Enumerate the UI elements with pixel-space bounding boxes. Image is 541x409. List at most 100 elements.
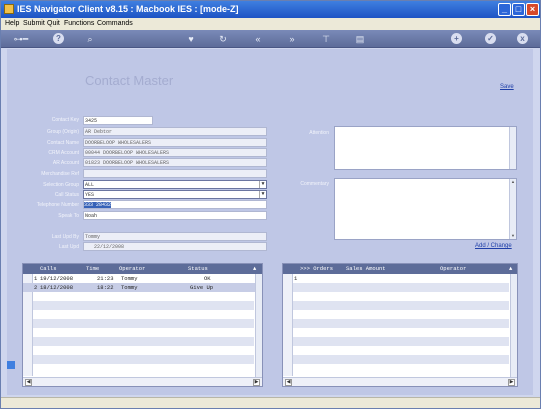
- merchandise-ref-label: Merchandise Ref: [41, 171, 79, 177]
- calls-vscrollbar[interactable]: [255, 274, 262, 378]
- status-bar: [1, 397, 540, 408]
- selection-group-value: ALL: [85, 182, 95, 188]
- call-status-value: YES: [85, 192, 95, 198]
- call-time: 21:23: [97, 275, 114, 282]
- search-icon[interactable]: ⌕: [85, 32, 95, 46]
- menu-submit[interactable]: Submit: [23, 18, 45, 30]
- commentary-textarea[interactable]: ▲ ▼: [334, 178, 517, 240]
- orders-vscrollbar[interactable]: [510, 274, 517, 378]
- title-bar: IES Navigator Client v8.15 : Macbook IES…: [1, 1, 540, 18]
- table-row[interactable]: 1: [283, 274, 517, 283]
- last-date-label: Last Upd: [58, 244, 79, 250]
- call-status: OK: [204, 275, 211, 282]
- refresh-icon[interactable]: ↻: [218, 32, 228, 46]
- selection-group-select[interactable]: ALL ▼: [83, 180, 267, 189]
- telephone-value: 333 28432: [84, 202, 112, 208]
- ar-account-label: AR Account: [52, 160, 79, 166]
- orders-hscrollbar[interactable]: ◀ ▶: [283, 377, 517, 386]
- help-icon[interactable]: ?: [53, 33, 64, 44]
- call-status-label: Call Status: [54, 192, 79, 198]
- menu-functions[interactable]: Functions: [64, 18, 94, 30]
- scroll-down-icon[interactable]: ▼: [510, 233, 516, 239]
- crm-account-field[interactable]: 00044 DOORBELOOP WHOLESALERS: [83, 148, 267, 157]
- stripe: [293, 355, 509, 364]
- table-row[interactable]: 1 19/12/2008 21:23 Tommy OK: [23, 274, 262, 283]
- call-status: Give Up: [190, 284, 214, 291]
- calls-grid: Calls Time Operator Status ▲ 1 19/12/200…: [22, 263, 263, 387]
- stripe: [293, 301, 509, 310]
- call-status-select[interactable]: YES ▼: [83, 190, 267, 199]
- attention-textarea[interactable]: [334, 126, 517, 170]
- close-window-button[interactable]: ×: [526, 3, 539, 16]
- merchandise-ref-field[interactable]: [83, 169, 267, 178]
- calls-header-operator[interactable]: Operator: [119, 264, 145, 274]
- selection-group-label: Selection Group: [43, 182, 79, 188]
- scroll-right-icon[interactable]: ▶: [508, 379, 515, 386]
- contact-key-field[interactable]: 3425: [83, 116, 153, 125]
- stripe: [293, 337, 509, 346]
- orders-header-sales-amount[interactable]: Sales Amount: [346, 264, 386, 274]
- attention-scrollbar[interactable]: [509, 127, 516, 169]
- commentary-scrollbar[interactable]: ▲ ▼: [509, 179, 516, 239]
- stripe: [293, 319, 509, 328]
- last-user-field: Tommy: [83, 232, 267, 241]
- add-icon[interactable]: +: [451, 33, 462, 44]
- speak-to-label: Speak To: [58, 213, 79, 219]
- attention-label: Attention: [309, 130, 329, 136]
- contact-name-field[interactable]: DOORBELOOP WHOLESALERS: [83, 138, 267, 147]
- telephone-field[interactable]: 333 28432: [83, 200, 267, 209]
- ar-account-field[interactable]: 01823 DOORBELOOP WHOLESALERS: [83, 158, 267, 167]
- calls-header-calls[interactable]: Calls: [40, 264, 57, 274]
- add-change-link[interactable]: Add / Change: [475, 243, 512, 249]
- orders-header-operator[interactable]: Operator: [440, 264, 466, 274]
- fast-forward-icon[interactable]: »: [287, 32, 297, 46]
- side-tab-icon[interactable]: [7, 361, 15, 369]
- table-row[interactable]: 2 18/12/2008 18:22 Tommy Give Up: [23, 283, 262, 292]
- toolbar: ⊶━ ? ⌕ ♥ ↻ « » ⊤ ▤ + ✓ x: [1, 30, 540, 48]
- contact-name-label: Contact Name: [47, 140, 79, 146]
- scroll-left-icon[interactable]: ◀: [25, 379, 32, 386]
- calls-header-status[interactable]: Status: [188, 264, 208, 274]
- page-title: Contact Master: [85, 73, 174, 88]
- filter-icon[interactable]: ⊤: [321, 32, 331, 46]
- stripe: [293, 283, 509, 292]
- close-icon[interactable]: x: [517, 33, 528, 44]
- maximize-button[interactable]: □: [512, 3, 525, 16]
- calls-header-time[interactable]: Time: [86, 264, 99, 274]
- row-number-gutter: [283, 274, 293, 376]
- scroll-right-icon[interactable]: ▶: [253, 379, 260, 386]
- contact-key-label: Contact Key: [51, 117, 79, 123]
- orders-header-orders[interactable]: >>> Orders: [300, 264, 333, 274]
- menu-quit[interactable]: Quit: [47, 18, 60, 30]
- scroll-up-icon[interactable]: ▲: [510, 179, 516, 185]
- call-operator: Tommy: [121, 284, 138, 291]
- document-icon[interactable]: ▤: [355, 32, 365, 46]
- calls-hscrollbar[interactable]: ◀ ▶: [23, 377, 262, 386]
- group-label: Group (Origin): [47, 129, 79, 135]
- scroll-up-icon[interactable]: ▲: [253, 264, 256, 274]
- heart-icon[interactable]: ♥: [186, 32, 196, 46]
- scroll-up-icon[interactable]: ▲: [509, 264, 512, 274]
- save-link[interactable]: Save: [500, 84, 514, 90]
- speak-to-field[interactable]: Noah: [83, 211, 267, 220]
- menu-commands[interactable]: Commands: [97, 18, 133, 30]
- last-date-field: 22/12/2008: [83, 242, 267, 251]
- minimize-button[interactable]: _: [498, 3, 511, 16]
- telephone-label: Telephone Number: [36, 202, 79, 208]
- row-number: 2: [34, 284, 38, 291]
- scroll-left-icon[interactable]: ◀: [285, 379, 292, 386]
- key-icon[interactable]: ⊶━: [9, 32, 33, 46]
- chevron-down-icon[interactable]: ▼: [259, 191, 266, 198]
- window-title: IES Navigator Client v8.15 : Macbook IES…: [17, 4, 239, 14]
- stripe: [33, 319, 254, 328]
- rewind-icon[interactable]: «: [253, 32, 263, 46]
- app-window: IES Navigator Client v8.15 : Macbook IES…: [0, 0, 541, 409]
- call-date: 18/12/2008: [40, 284, 74, 291]
- orders-grid-header: >>> Orders Sales Amount Operator ▲: [283, 264, 517, 274]
- menu-help[interactable]: Help: [5, 18, 19, 30]
- stripe: [33, 337, 254, 346]
- menu-bar: Help Submit Quit Functions Commands: [1, 18, 540, 30]
- check-icon[interactable]: ✓: [485, 33, 496, 44]
- crm-account-label: CRM Account: [48, 150, 79, 156]
- orders-grid: >>> Orders Sales Amount Operator ▲ 1 ◀ ▶: [282, 263, 518, 387]
